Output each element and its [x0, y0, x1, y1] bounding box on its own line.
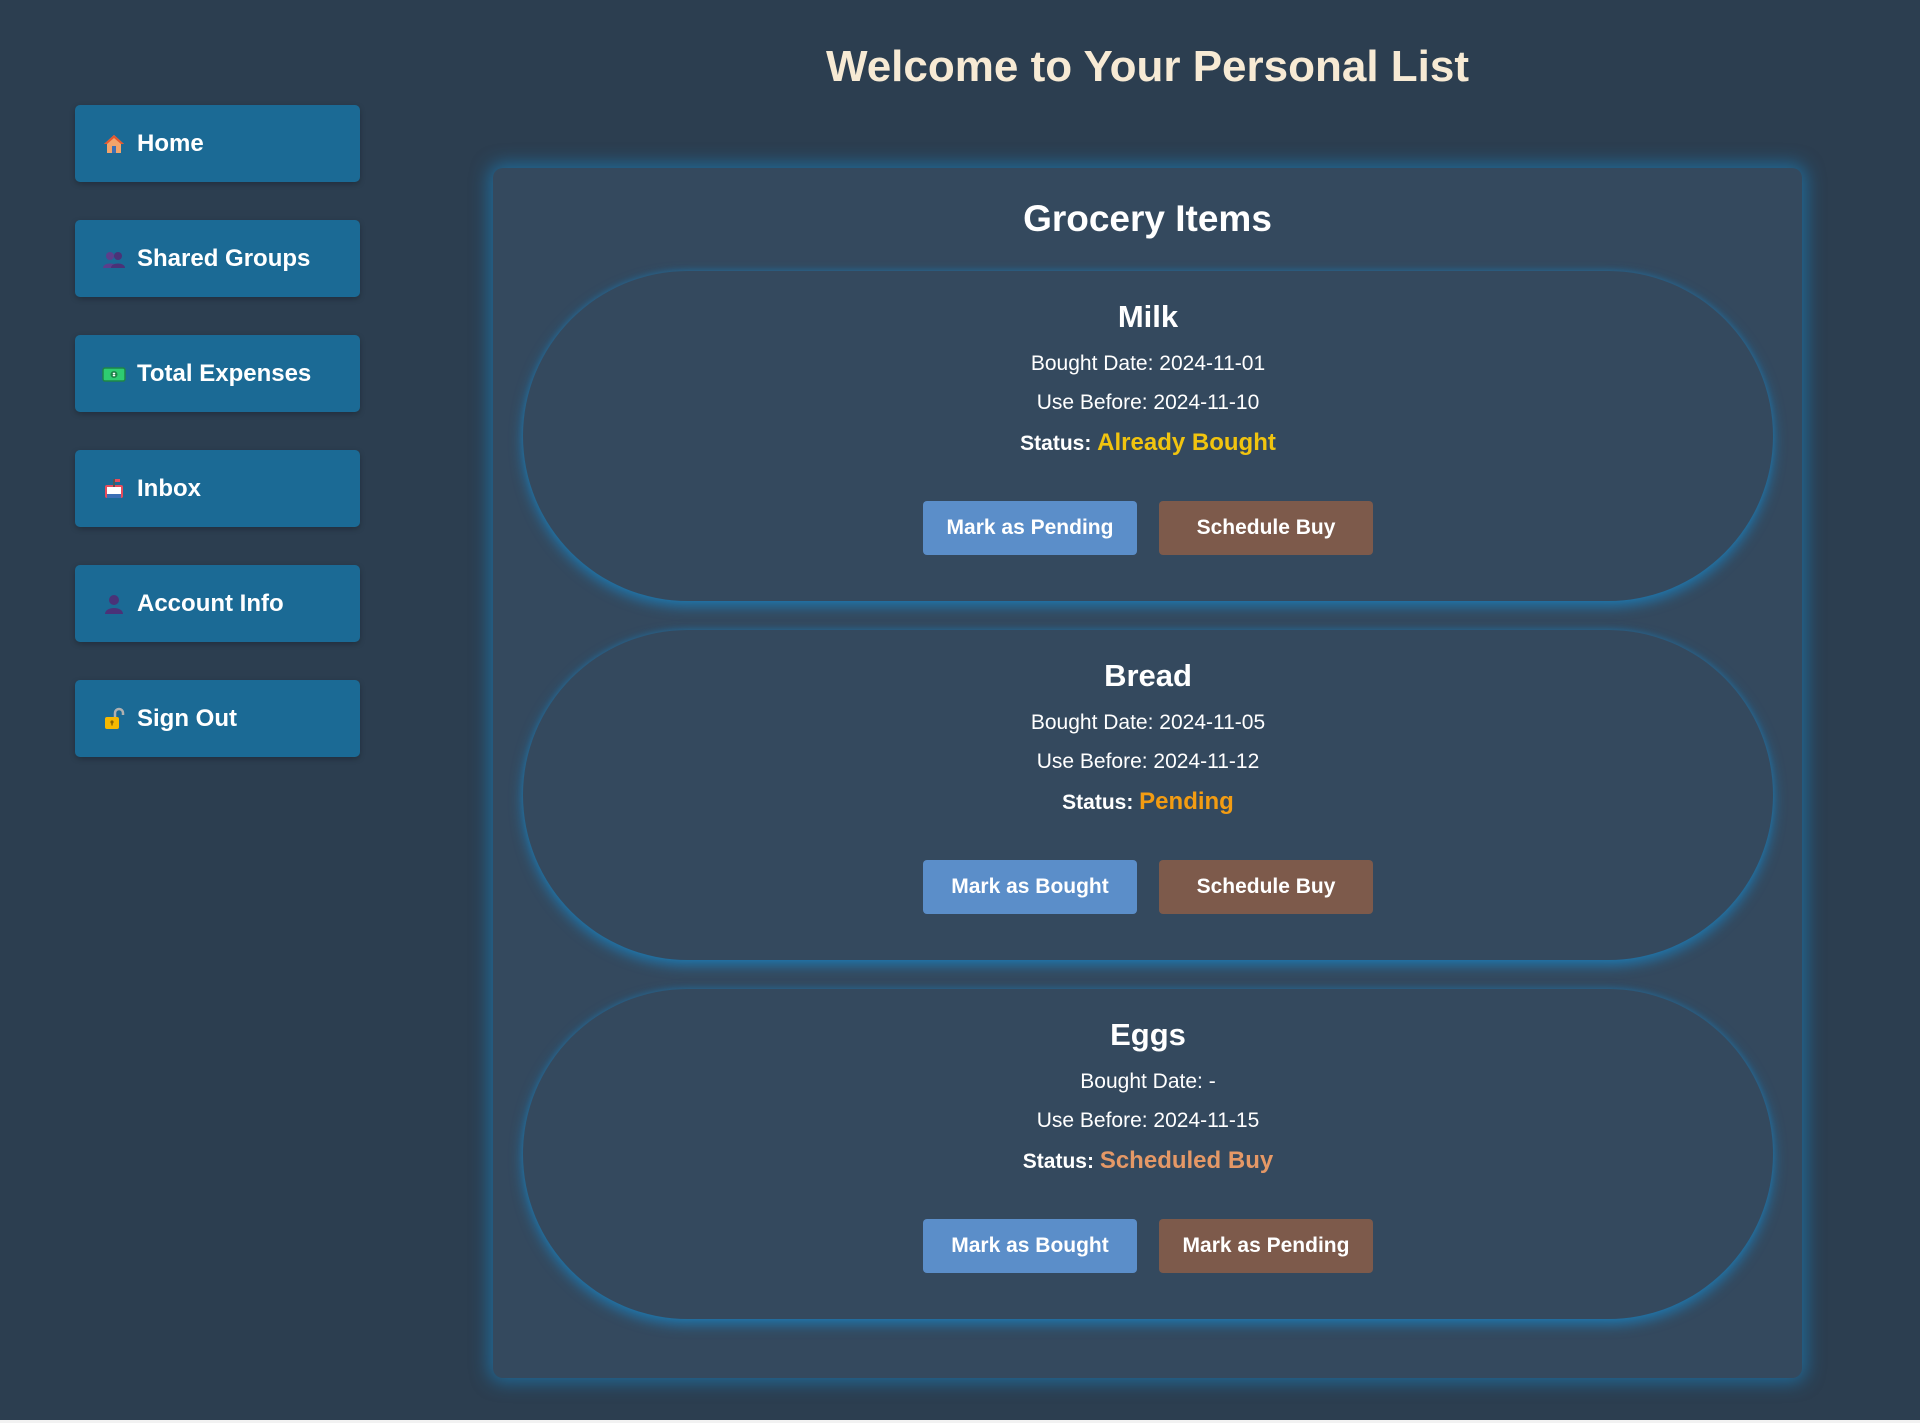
- status-line: Status: Pending: [523, 788, 1773, 816]
- item-actions: Mark as Bought Mark as Pending: [523, 1219, 1773, 1273]
- schedule-buy-button[interactable]: Schedule Buy: [1159, 860, 1373, 914]
- sidebar-item-label: Shared Groups: [137, 244, 311, 272]
- item-name: Milk: [1117, 299, 1179, 334]
- status-badge: Pending: [1139, 788, 1234, 815]
- status-line: Status: Scheduled Buy: [523, 1147, 1773, 1175]
- bought-date: Bought Date: 2024-11-05: [1030, 711, 1266, 734]
- sidebar-item-shared-groups[interactable]: Shared Groups: [75, 220, 360, 297]
- sidebar-item-inbox[interactable]: Inbox: [75, 450, 360, 527]
- item-actions: Mark as Bought Schedule Buy: [523, 860, 1773, 914]
- money-icon: [101, 361, 127, 387]
- section-title: Grocery Items: [1023, 198, 1272, 239]
- status-badge: Already Bought: [1097, 429, 1276, 456]
- grocery-item-card: Eggs Bought Date: - Use Before: 2024-11-…: [523, 989, 1773, 1319]
- status-badge: Scheduled Buy: [1099, 1147, 1274, 1174]
- bought-date: Bought Date: 2024-11-01: [1030, 352, 1266, 375]
- unlock-icon: [101, 706, 127, 732]
- sidebar: Home Shared Groups Total Expenses Inbox …: [75, 105, 360, 795]
- bought-date: Bought Date: -: [1080, 1070, 1216, 1093]
- use-before-date: Use Before: 2024-11-10: [1036, 391, 1260, 414]
- item-name: Eggs: [1110, 1017, 1186, 1052]
- use-before-date: Use Before: 2024-11-12: [1036, 750, 1260, 773]
- item-name: Bread: [1104, 658, 1192, 693]
- sidebar-item-account-info[interactable]: Account Info: [75, 565, 360, 642]
- use-before-date: Use Before: 2024-11-15: [1036, 1109, 1260, 1132]
- sidebar-item-label: Account Info: [137, 589, 284, 617]
- item-actions: Mark as Pending Schedule Buy: [523, 501, 1773, 555]
- sidebar-item-total-expenses[interactable]: Total Expenses: [75, 335, 360, 412]
- user-icon: [101, 591, 127, 617]
- schedule-buy-button[interactable]: Schedule Buy: [1159, 501, 1373, 555]
- mark-as-pending-button[interactable]: Mark as Pending: [1159, 1219, 1373, 1273]
- grocery-item-card: Milk Bought Date: 2024-11-01 Use Before:…: [523, 271, 1773, 601]
- people-icon: [101, 246, 127, 272]
- status-line: Status: Already Bought: [523, 429, 1773, 457]
- sidebar-item-home[interactable]: Home: [75, 105, 360, 182]
- mark-as-bought-button[interactable]: Mark as Bought: [923, 860, 1137, 914]
- sidebar-item-sign-out[interactable]: Sign Out: [75, 680, 360, 757]
- inbox-icon: [101, 476, 127, 502]
- status-label: Status:: [1062, 791, 1134, 814]
- sidebar-item-label: Total Expenses: [137, 359, 312, 387]
- grocery-panel: Grocery Items Milk Bought Date: 2024-11-…: [493, 168, 1802, 1378]
- sidebar-item-label: Inbox: [137, 474, 201, 502]
- sidebar-item-label: Sign Out: [137, 704, 237, 732]
- mark-as-pending-button[interactable]: Mark as Pending: [923, 501, 1137, 555]
- grocery-item-card: Bread Bought Date: 2024-11-05 Use Before…: [523, 630, 1773, 960]
- status-label: Status:: [1020, 432, 1092, 455]
- house-icon: [101, 131, 127, 157]
- sidebar-item-label: Home: [137, 129, 204, 157]
- mark-as-bought-button[interactable]: Mark as Bought: [923, 1219, 1137, 1273]
- status-label: Status:: [1022, 1150, 1094, 1173]
- page: Home Shared Groups Total Expenses Inbox …: [0, 0, 1920, 1423]
- page-title: Welcome to Your Personal List: [825, 42, 1470, 91]
